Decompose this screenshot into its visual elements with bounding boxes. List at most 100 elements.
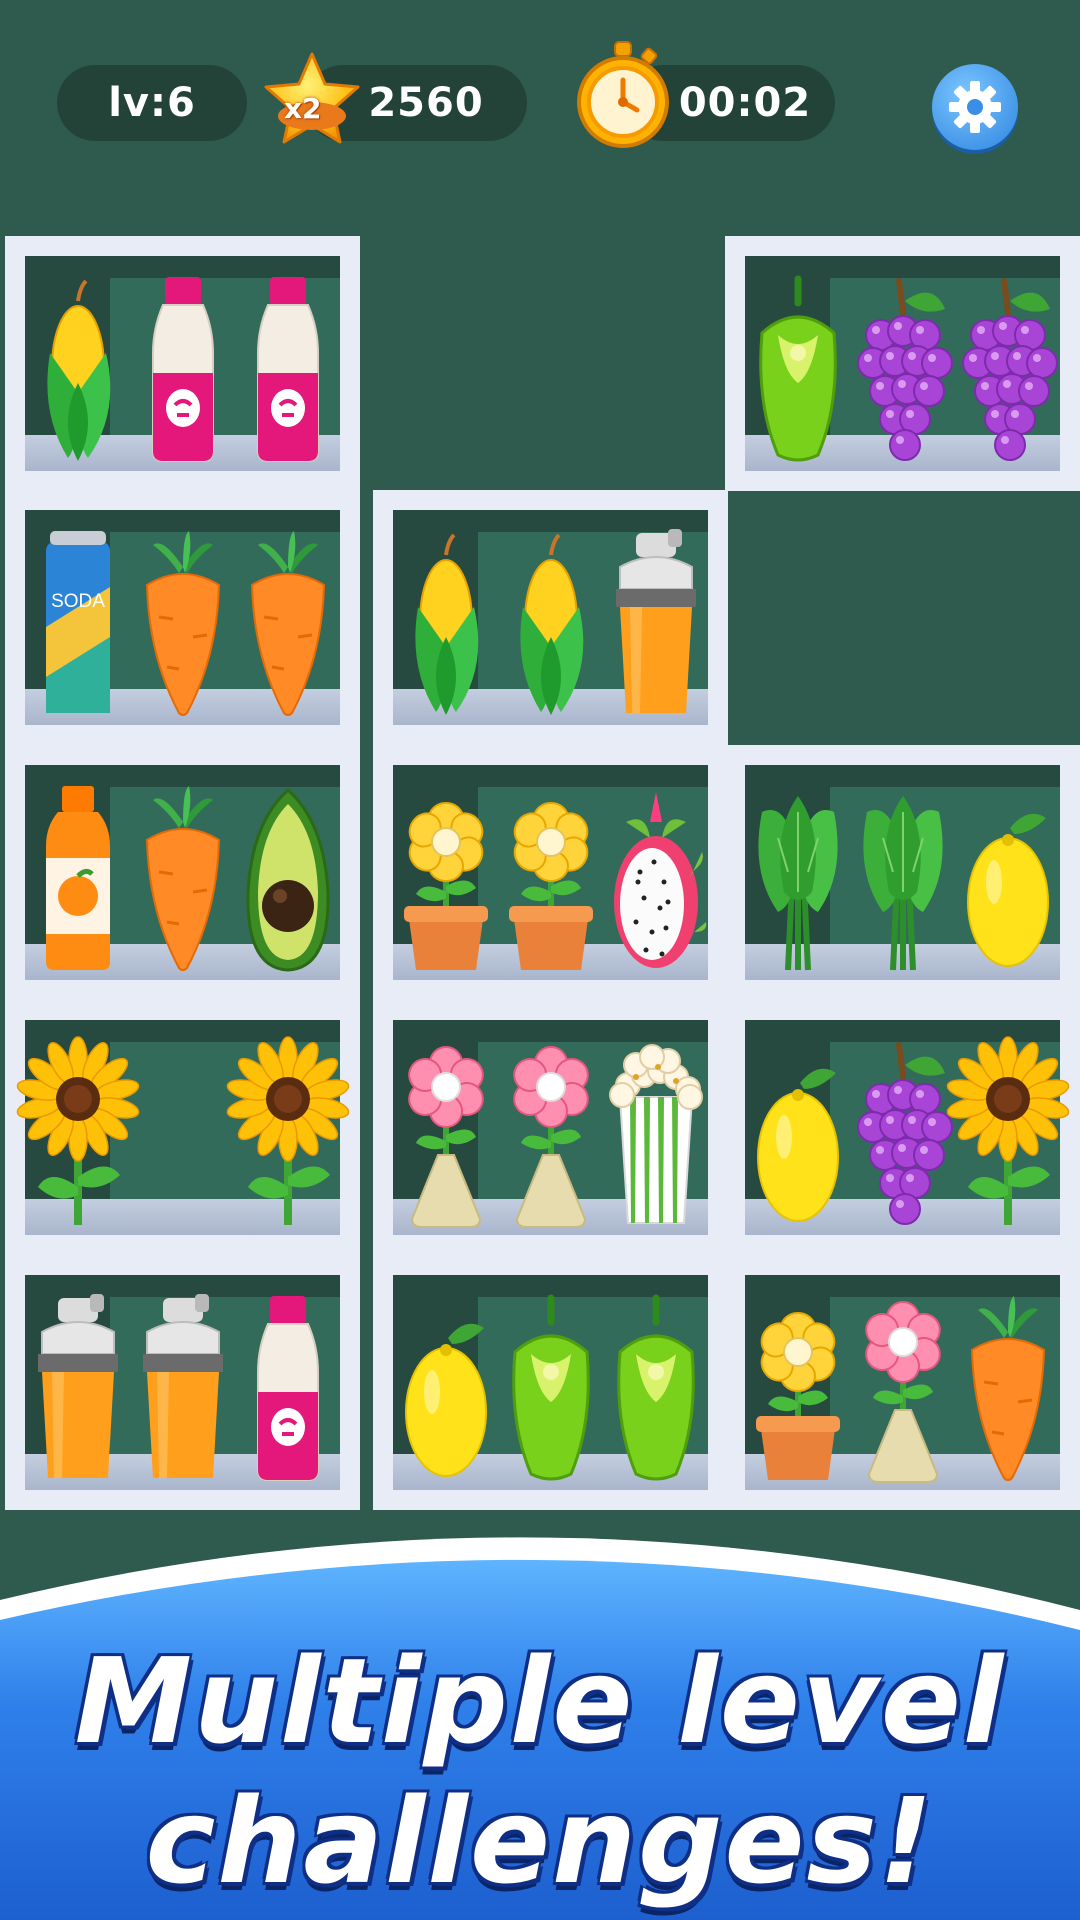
item-shaker-cup[interactable] [133,1292,233,1482]
item-orange-juice[interactable] [28,782,128,972]
shelf-items [745,772,1060,972]
shelf-r3-c1 [373,1000,728,1255]
game-board: lv:6 2560 x2 00:02 SODA Multiple level c… [0,0,1080,1920]
item-shaker-cup[interactable] [28,1292,128,1482]
grapes-icon [856,278,953,461]
item-green-pepper[interactable] [748,273,848,463]
item-popcorn[interactable] [606,1037,706,1227]
shelf-items [393,1282,708,1482]
item-corn[interactable] [28,273,128,463]
corn-icon [519,533,583,715]
shelf-items [745,1027,1069,1227]
item-milk-bottle[interactable] [238,1292,338,1482]
shelf-r4-c0 [5,1255,360,1510]
multiplier-label: x2 [284,92,322,125]
shelf-items [16,1027,349,1227]
item-carrot[interactable] [133,782,233,972]
item-green-pepper[interactable] [501,1292,601,1482]
level-indicator: lv:6 [57,65,247,141]
shelf-r4-c1 [373,1255,728,1510]
shelf-items [393,517,708,717]
shelf-r2-c0 [5,745,360,1000]
item-yellow-flower-pot[interactable] [396,782,496,972]
shelf-r2-c2 [725,745,1080,1000]
sunflower-icon [226,1036,349,1225]
carrot-icon [145,531,220,716]
item-corn[interactable] [396,527,496,717]
item-yellow-flower-pot[interactable] [501,782,601,972]
shelf-items [745,1282,1060,1483]
soda-can-icon: SODA [45,531,110,713]
carrot-icon [970,1296,1045,1481]
item-grapes[interactable] [958,273,1058,463]
yellow-flower-pot-icon [755,1312,840,1480]
shelf-items [393,1027,708,1228]
item-corn[interactable] [501,527,601,717]
timer-value: 00:02 [678,80,812,126]
item-sunflower[interactable] [16,1036,139,1227]
yellow-flower-pot-icon [508,802,593,970]
shelf-r0-c0 [5,236,360,491]
banner-title-line1: Multiple level [74,1632,1006,1770]
pink-flower-vase-icon [512,1046,589,1228]
lemon-icon [966,813,1049,967]
item-sunflower[interactable] [946,1036,1069,1227]
carrot-icon [250,531,325,716]
item-grapes[interactable] [853,273,953,463]
level-label: lv:6 [108,80,196,126]
shelf-r2-c1 [373,745,728,1000]
item-soda-can[interactable]: SODA [28,527,128,717]
item-spinach[interactable] [748,782,848,972]
milk-bottle-icon [256,277,319,462]
pink-flower-vase-icon [407,1046,484,1228]
shelf-items [393,772,708,972]
empty-slot [133,1037,233,1227]
shaker-cup-icon [37,1294,118,1478]
item-sunflower[interactable] [226,1036,349,1227]
popcorn-icon [608,1044,703,1224]
item-spinach[interactable] [853,782,953,972]
item-green-pepper[interactable] [606,1292,706,1482]
shelf-r1-c0: SODA [5,490,360,745]
item-avocado[interactable] [238,782,338,972]
dragon-fruit-icon [613,792,706,968]
carrot-icon [145,786,220,971]
green-pepper-icon [511,1294,590,1481]
orange-juice-icon [45,786,110,970]
item-lemon[interactable] [748,1037,848,1227]
item-milk-bottle[interactable] [238,273,338,463]
shelf-r3-c2 [725,1000,1080,1255]
item-yellow-flower-pot[interactable] [748,1292,848,1482]
shaker-cup-icon [615,529,696,713]
item-carrot[interactable] [238,527,338,717]
shelf-items [25,1282,340,1482]
item-pink-flower-vase[interactable] [501,1037,601,1228]
item-shaker-cup[interactable] [606,527,706,717]
grapes-icon [856,1042,953,1225]
avocado-icon [245,787,330,972]
item-grapes[interactable] [853,1037,953,1227]
sunflower-icon [16,1036,139,1225]
item-lemon[interactable] [958,782,1058,972]
gear-icon [949,81,1001,133]
grapes-icon [961,278,1058,461]
sunflower-icon [946,1036,1069,1225]
soda-label: SODA [51,591,105,612]
shelf-items [25,772,340,972]
item-milk-bottle[interactable] [133,273,233,463]
lemon-icon [756,1068,839,1222]
item-carrot[interactable] [133,527,233,717]
item-pink-flower-vase[interactable] [396,1037,496,1228]
item-pink-flower-vase[interactable] [853,1292,953,1483]
item-dragon-fruit[interactable] [606,782,706,972]
pink-flower-vase-icon [864,1301,941,1483]
shelf-r1-c1 [373,490,728,745]
star-multiplier-icon: x2 [262,50,362,150]
stopwatch-icon [573,40,673,150]
settings-button[interactable] [932,64,1018,150]
green-pepper-icon [758,275,837,462]
item-lemon[interactable] [396,1292,496,1482]
corn-icon [414,533,478,715]
lemon-icon [404,1323,487,1477]
item-carrot[interactable] [958,1292,1058,1482]
